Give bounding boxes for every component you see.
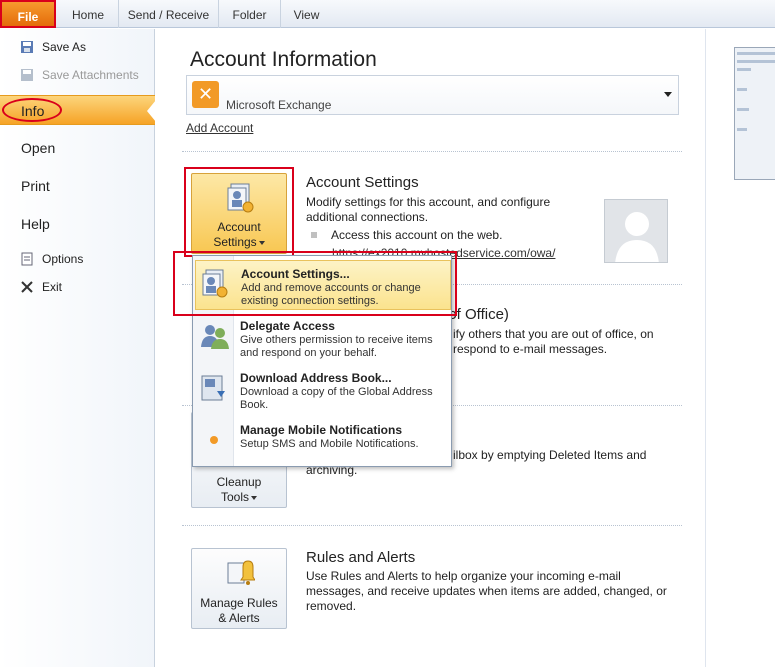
menu-item-title: Delegate Access bbox=[240, 319, 335, 333]
cleanup-tools-label-1: Cleanup bbox=[216, 475, 262, 489]
menu-item-desc: Give others permission to receive items … bbox=[240, 334, 433, 359]
tab-send-receive[interactable]: Send / Receive bbox=[118, 0, 218, 28]
save-attachments-label: Save Attachments bbox=[42, 68, 139, 82]
exchange-icon: ✕ bbox=[192, 81, 219, 108]
caret-down-icon bbox=[251, 495, 257, 500]
bullet-icon bbox=[311, 232, 317, 238]
menu-item-desc: Download a copy of the Global Address Bo… bbox=[240, 386, 433, 411]
account-settings-title: Account Settings bbox=[306, 174, 419, 191]
person-silhouette-icon bbox=[615, 212, 659, 262]
account-selector[interactable]: ✕ Microsoft Exchange bbox=[186, 75, 679, 115]
rules-alerts-title: Rules and Alerts bbox=[306, 549, 416, 566]
save-as-label: Save As bbox=[42, 40, 87, 54]
account-selector-value: Microsoft Exchange bbox=[226, 98, 332, 112]
highlight-box-account-settings-menu-item bbox=[173, 251, 457, 316]
options-label: Options bbox=[42, 252, 84, 266]
tab-view[interactable]: View bbox=[280, 0, 332, 28]
exit-label: Exit bbox=[42, 280, 63, 294]
divider bbox=[182, 525, 682, 526]
info-highlight-circle bbox=[2, 98, 62, 122]
delegate-access-icon bbox=[201, 325, 229, 349]
nav-item-print[interactable]: Print bbox=[0, 171, 155, 201]
nav-item-open[interactable]: Open bbox=[0, 133, 155, 163]
orange-dot-icon bbox=[210, 436, 218, 444]
address-book-icon bbox=[201, 375, 225, 401]
avatar bbox=[604, 199, 668, 263]
cleanup-tools-label-2: Tools bbox=[192, 490, 286, 505]
automatic-replies-desc-1: ify others that you are out of office, o… bbox=[453, 327, 654, 341]
tab-folder[interactable]: Folder bbox=[218, 0, 280, 28]
exit-icon bbox=[21, 281, 33, 293]
menu-item-delegate-access[interactable]: Delegate Access Give others permission t… bbox=[195, 313, 451, 363]
cleanup-desc-1: ilbox by emptying Deleted Items and bbox=[453, 448, 647, 462]
menu-item-title: Manage Mobile Notifications bbox=[240, 423, 403, 437]
divider bbox=[182, 151, 682, 152]
rules-alerts-icon bbox=[227, 560, 255, 585]
menu-item-mobile-notifications[interactable]: Manage Mobile Notifications Setup SMS an… bbox=[195, 417, 451, 467]
window-thumbnail bbox=[734, 47, 775, 180]
web-access-text: Access this account on the web. bbox=[331, 228, 503, 242]
save-attachments-icon bbox=[21, 69, 33, 81]
rules-alerts-desc: Use Rules and Alerts to help organize yo… bbox=[306, 569, 667, 613]
nav-item-help[interactable]: Help bbox=[0, 209, 155, 239]
highlight-box-account-settings bbox=[184, 167, 294, 257]
preview-pane bbox=[705, 29, 775, 667]
backstage-nav: Save As Save Attachments Info Open Print… bbox=[0, 29, 156, 667]
nav-item-info[interactable]: Info bbox=[0, 95, 156, 125]
tab-home[interactable]: Home bbox=[58, 0, 118, 28]
tab-file[interactable]: File bbox=[0, 0, 56, 28]
manage-rules-label-2: & Alerts bbox=[218, 611, 260, 625]
add-account-link[interactable]: Add Account bbox=[186, 121, 253, 135]
page-title: Account Information bbox=[190, 48, 377, 71]
chevron-down-icon bbox=[664, 92, 672, 97]
menu-item-desc: Setup SMS and Mobile Notifications. bbox=[240, 438, 419, 450]
menu-item-title: Download Address Book... bbox=[240, 371, 392, 385]
save-as-icon bbox=[21, 41, 33, 53]
ribbon-tab-bar: File Home Send / Receive Folder View bbox=[0, 0, 775, 28]
menu-item-download-address-book[interactable]: Download Address Book... Download a copy… bbox=[195, 365, 451, 415]
account-settings-desc: Modify settings for this account, and co… bbox=[306, 195, 551, 224]
manage-rules-label-1: Manage Rules bbox=[200, 596, 278, 610]
manage-rules-alerts-button[interactable]: Manage Rules & Alerts bbox=[191, 548, 287, 629]
automatic-replies-desc-2: respond to e-mail messages. bbox=[453, 342, 608, 356]
options-icon bbox=[21, 252, 33, 266]
